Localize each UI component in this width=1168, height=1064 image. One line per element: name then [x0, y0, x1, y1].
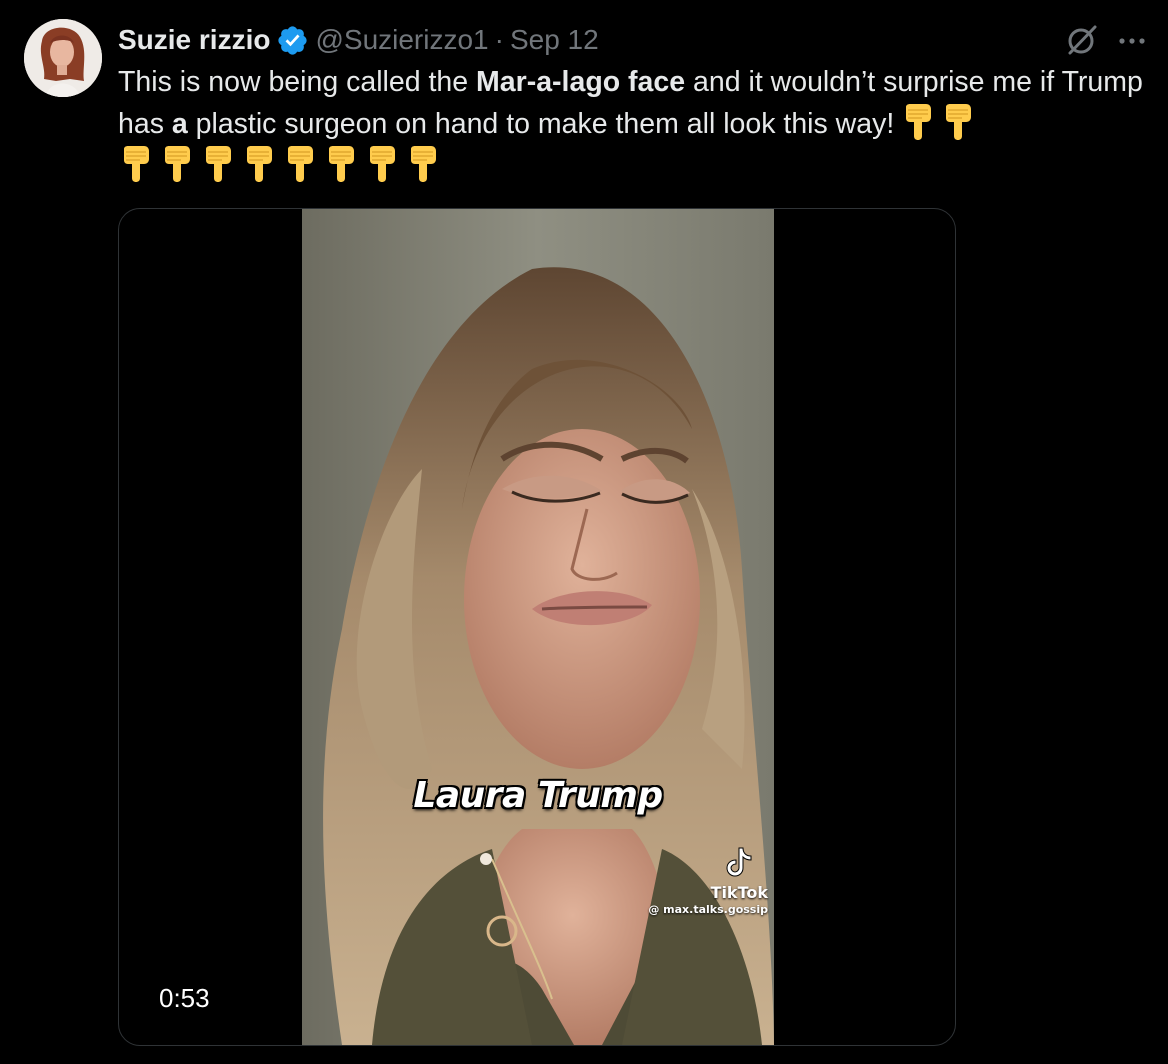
- separator-dot: ·: [494, 24, 504, 55]
- video-thumbnail: [302, 209, 774, 1045]
- grok-icon[interactable]: [1064, 22, 1100, 58]
- tweet-date[interactable]: Sep 12: [510, 24, 599, 56]
- pointing-down-emoji-icon: [900, 103, 934, 141]
- author-avatar[interactable]: [24, 19, 102, 97]
- pointing-down-emoji-icon: [364, 145, 398, 183]
- pointing-down-emoji-icon: [940, 103, 974, 141]
- tweet-text-bold: Mar-a-lago face: [476, 66, 686, 98]
- author-handle[interactable]: @Suzierizzo1: [315, 24, 488, 56]
- more-options-icon[interactable]: [1114, 22, 1150, 58]
- video-duration-badge: 0:53: [145, 979, 224, 1018]
- tweet-text-part: plastic surgeon on hand to make them all…: [187, 108, 895, 140]
- emoji-inline-group: [894, 104, 974, 140]
- verified-badge-icon[interactable]: [276, 24, 309, 57]
- pointing-down-emoji-icon: [282, 145, 316, 183]
- tiktok-brand: TikTok: [710, 883, 768, 902]
- video-caption: Laura Trump: [413, 775, 663, 816]
- tiktok-username: @ max.talks.gossip: [648, 903, 768, 916]
- avatar-photo-icon: [24, 19, 102, 97]
- emoji-line: [118, 142, 446, 186]
- tweet-header: Suzie rizzio @Suzierizzo1 · Sep 12: [118, 20, 599, 60]
- video-frame: Laura Trump TikTok @ max.talks.gossip: [302, 209, 774, 1045]
- pointing-down-emoji-icon: [241, 145, 275, 183]
- tweet-text-bold: a: [171, 108, 188, 140]
- pointing-down-emoji-icon: [323, 145, 357, 183]
- video-player[interactable]: Laura Trump TikTok @ max.talks.gossip 0:…: [118, 208, 956, 1046]
- pointing-down-emoji-icon: [159, 145, 193, 183]
- tweet[interactable]: Suzie rizzio @Suzierizzo1 · Sep 12 This …: [0, 0, 1168, 1064]
- pointing-down-emoji-icon: [405, 145, 439, 183]
- tiktok-logo-icon: [722, 845, 756, 879]
- tweet-text: This is now being called the Mar-a-lago …: [118, 62, 1148, 145]
- author-display-name[interactable]: Suzie rizzio: [118, 24, 270, 56]
- tweet-text-part: This is now being called the: [118, 66, 477, 98]
- pointing-down-emoji-icon: [200, 145, 234, 183]
- pointing-down-emoji-icon: [118, 145, 152, 183]
